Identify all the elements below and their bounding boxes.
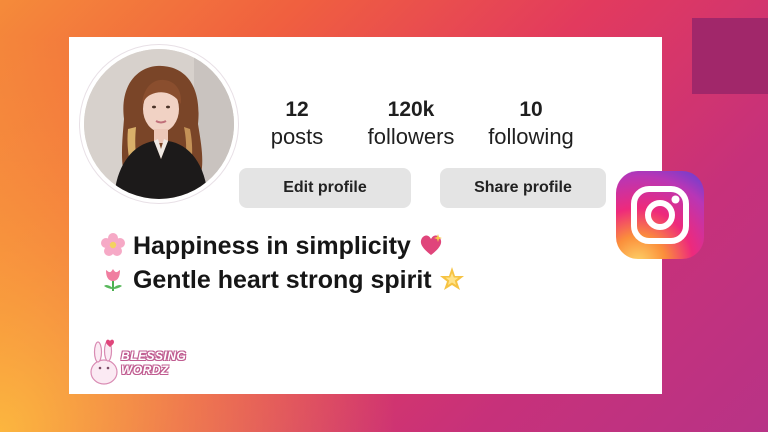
stat-following[interactable]: 10 following xyxy=(477,97,585,151)
page: { "profile": { "stats": [ {"value": "12"… xyxy=(0,0,768,432)
bio-line-1: Happiness in simplicity xyxy=(100,232,444,261)
cherry-blossom-icon xyxy=(101,233,125,256)
bio-text-1: Happiness in simplicity xyxy=(132,232,411,260)
stat-followers[interactable]: 120k followers xyxy=(355,97,467,151)
sparkling-heart-icon xyxy=(420,234,442,255)
bio-text-2: Gentle heart strong spirit xyxy=(132,266,432,294)
corner-decoration xyxy=(692,18,768,94)
person-portrait-icon xyxy=(84,49,234,199)
watermark-text: BLESSING WORDZ xyxy=(121,349,187,377)
edit-profile-button[interactable]: Edit profile xyxy=(239,168,411,208)
following-label: following xyxy=(488,124,574,149)
posts-label: posts xyxy=(270,124,324,149)
tulip-icon xyxy=(104,269,122,291)
bio-line-2: Gentle heart strong spirit xyxy=(100,266,465,295)
followers-count: 120k xyxy=(387,98,435,121)
stat-posts[interactable]: 12 posts xyxy=(258,97,336,151)
share-profile-button[interactable]: Share profile xyxy=(440,168,606,208)
glowing-star-icon xyxy=(439,267,464,290)
profile-avatar[interactable] xyxy=(80,45,238,203)
posts-count: 12 xyxy=(285,98,309,121)
following-count: 10 xyxy=(519,98,543,121)
followers-label: followers xyxy=(367,124,455,149)
avatar-photo xyxy=(84,49,234,199)
instagram-logo-icon[interactable] xyxy=(614,169,706,261)
